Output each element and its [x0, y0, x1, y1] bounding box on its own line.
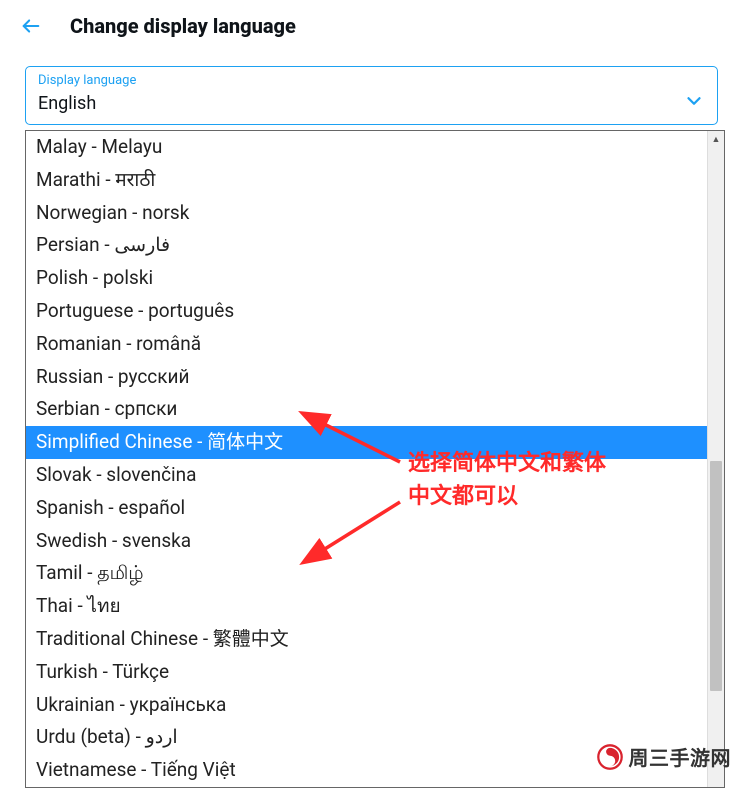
language-option[interactable]: Malay - Melayu	[26, 131, 707, 164]
watermark-logo-icon	[597, 744, 623, 770]
page-title: Change display language	[70, 14, 296, 38]
language-dropdown: Malay - MelayuMarathi - मराठीNorwegian -…	[25, 130, 725, 788]
display-language-select[interactable]: Display language English	[25, 66, 718, 125]
select-value: English	[38, 93, 96, 114]
select-label: Display language	[38, 73, 705, 88]
language-option[interactable]: Thai - ไทย	[26, 590, 707, 623]
scroll-thumb[interactable]	[710, 461, 722, 691]
language-option[interactable]: Russian - русский	[26, 361, 707, 394]
language-option[interactable]: Persian - فارسی	[26, 229, 707, 262]
language-option[interactable]: Simplified Chinese - 简体中文	[26, 426, 707, 459]
language-option[interactable]: Norwegian - norsk	[26, 197, 707, 230]
chevron-down-icon	[683, 90, 705, 116]
language-option[interactable]: Romanian - română	[26, 328, 707, 361]
language-option[interactable]: Portuguese - português	[26, 295, 707, 328]
language-option[interactable]: Ukrainian - українська	[26, 689, 707, 722]
language-option[interactable]: Swedish - svenska	[26, 525, 707, 558]
dropdown-list[interactable]: Malay - MelayuMarathi - मराठीNorwegian -…	[26, 131, 707, 787]
dropdown-scrollbar[interactable]: ▲	[707, 131, 724, 787]
language-option[interactable]: Serbian - српски	[26, 393, 707, 426]
language-option[interactable]: Polish - polski	[26, 262, 707, 295]
language-option[interactable]: Marathi - मराठी	[26, 164, 707, 197]
scroll-up-arrow-icon[interactable]: ▲	[708, 131, 724, 148]
language-option[interactable]: Spanish - español	[26, 492, 707, 525]
language-option[interactable]: Slovak - slovenčina	[26, 459, 707, 492]
language-option[interactable]: Traditional Chinese - 繁體中文	[26, 623, 707, 656]
watermark: 周三手游网	[597, 742, 732, 771]
back-arrow-icon[interactable]	[20, 15, 42, 37]
language-option[interactable]: Turkish - Türkçe	[26, 656, 707, 689]
language-option[interactable]: Tamil - தமிழ்	[26, 557, 707, 590]
content-area: Display language English Malay - MelayuM…	[0, 52, 743, 139]
watermark-text: 周三手游网	[629, 742, 732, 771]
select-value-row: English	[38, 90, 705, 116]
page-header: Change display language	[0, 0, 743, 52]
